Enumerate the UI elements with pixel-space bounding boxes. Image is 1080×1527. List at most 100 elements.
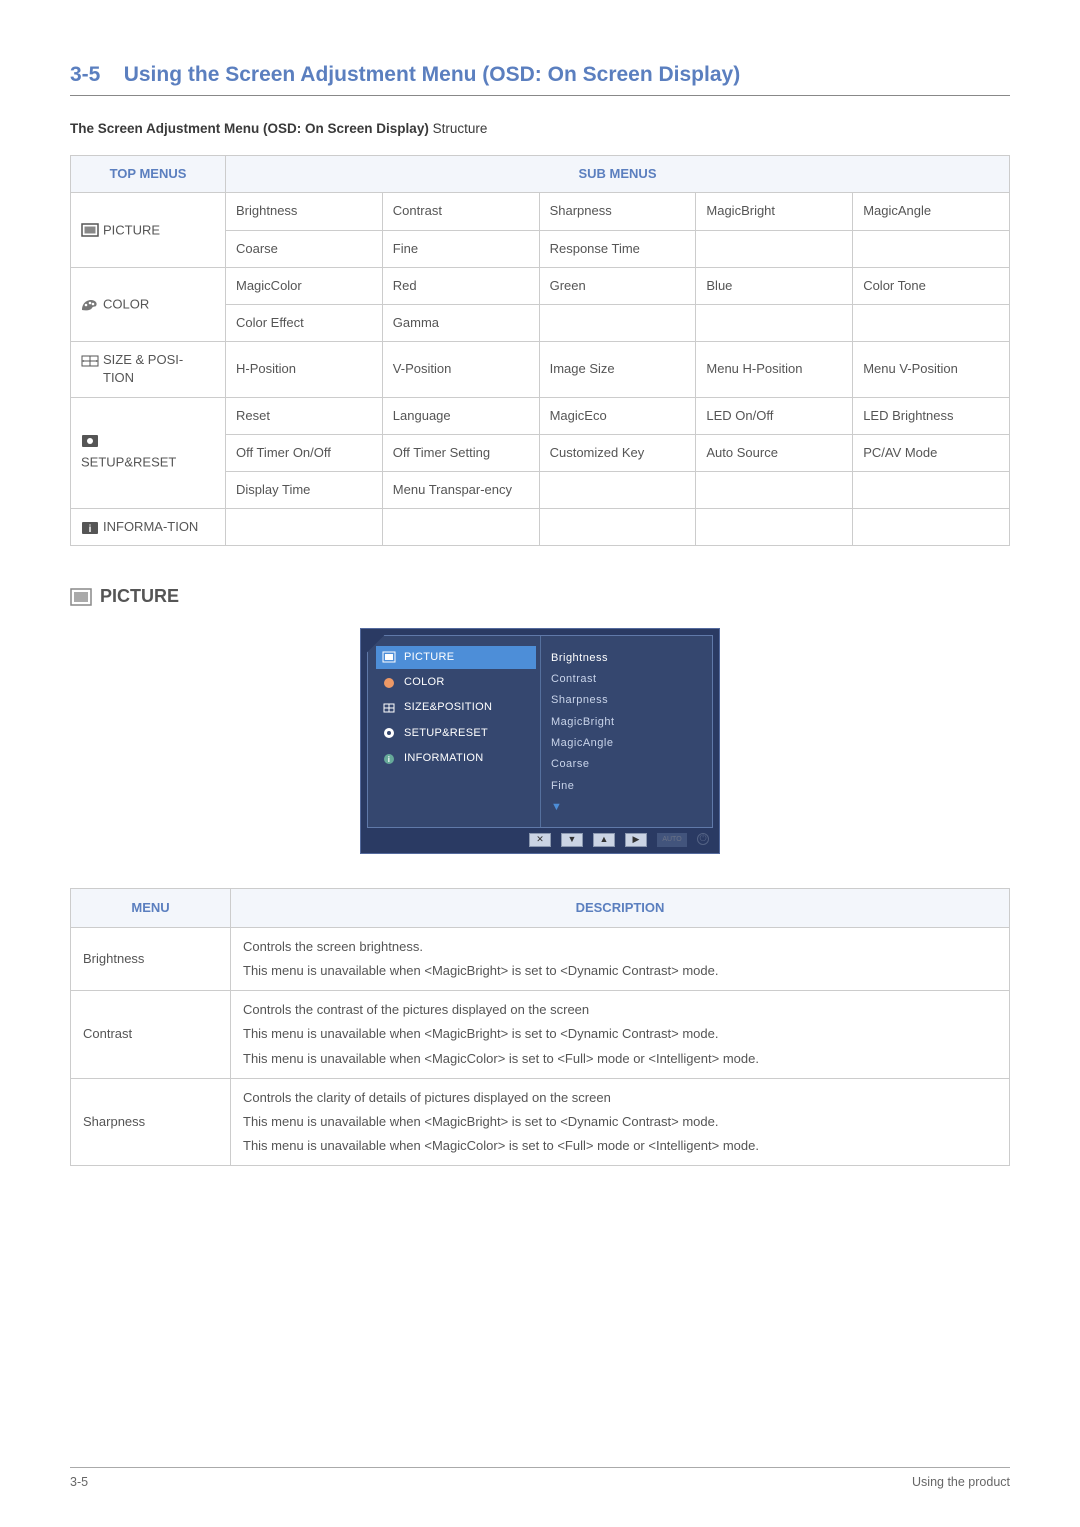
th-submenus: SUB MENUS — [226, 156, 1010, 193]
osd-screenshot: PICTURE COLOR SIZE&POSITION SETUP&RESET … — [70, 628, 1010, 854]
cell — [696, 509, 853, 546]
osd-item-label: INFORMATION — [404, 751, 483, 766]
topmenu-setup: SETUP&RESET — [71, 397, 226, 509]
section-heading-picture: PICTURE — [70, 584, 1010, 609]
cell — [539, 305, 696, 342]
cell: MagicBright — [696, 193, 853, 230]
info-icon: i — [81, 521, 99, 535]
desc-text: Controls the clarity of details of pictu… — [231, 1078, 1010, 1166]
divider — [70, 95, 1010, 96]
color-icon — [382, 676, 396, 690]
osd-item-info: i INFORMATION — [376, 747, 536, 770]
osd-btn-auto: AUTO — [657, 833, 687, 847]
topmenu-setup-label: SETUP&RESET — [81, 454, 176, 469]
section-heading-label: PICTURE — [100, 584, 179, 609]
footer-right: Using the product — [912, 1474, 1010, 1492]
desc-menu-brightness: Brightness — [71, 927, 231, 990]
cell: MagicColor — [226, 267, 383, 304]
cell: Off Timer Setting — [382, 434, 539, 471]
cell: MagicEco — [539, 397, 696, 434]
osd-sub: Brightness — [551, 648, 708, 669]
desc-line: Controls the screen brightness. — [243, 938, 997, 956]
cell: Color Tone — [853, 267, 1010, 304]
osd-item-sizepos: SIZE&POSITION — [376, 696, 536, 719]
color-icon — [81, 298, 99, 312]
osd-sub: Fine — [551, 776, 708, 797]
desc-line: This menu is unavailable when <MagicColo… — [243, 1137, 997, 1155]
setup-icon — [81, 434, 99, 448]
cell: Blue — [696, 267, 853, 304]
osd-item-label: SETUP&RESET — [404, 726, 488, 741]
cell: Language — [382, 397, 539, 434]
osd-btn-close: ✕ — [529, 833, 551, 847]
desc-line: This menu is unavailable when <MagicColo… — [243, 1050, 997, 1068]
cell — [853, 471, 1010, 508]
cell: MagicAngle — [853, 193, 1010, 230]
cell: Color Effect — [226, 305, 383, 342]
desc-line: This menu is unavailable when <MagicBrig… — [243, 1025, 997, 1043]
cell: Display Time — [226, 471, 383, 508]
topmenu-sizepos: SIZE & POSI-TION — [71, 342, 226, 397]
cell: Auto Source — [696, 434, 853, 471]
osd-btn-down: ▼ — [561, 833, 583, 847]
osd-btn-power: ⏻ — [697, 833, 709, 845]
osd-item-label: COLOR — [404, 675, 445, 690]
cell — [539, 509, 696, 546]
cell — [853, 230, 1010, 267]
gear-icon — [382, 726, 396, 740]
section-number: 3-5 — [70, 63, 100, 86]
cell: PC/AV Mode — [853, 434, 1010, 471]
cell: Coarse — [226, 230, 383, 267]
picture-icon — [81, 223, 99, 237]
cell — [382, 509, 539, 546]
cell: Red — [382, 267, 539, 304]
cell: Green — [539, 267, 696, 304]
cell — [853, 305, 1010, 342]
picture-icon — [382, 650, 396, 664]
osd-item-color: COLOR — [376, 671, 536, 694]
intro-text: The Screen Adjustment Menu (OSD: On Scre… — [70, 120, 1010, 139]
picture-icon — [70, 588, 92, 606]
desc-line: Controls the contrast of the pictures di… — [243, 1001, 997, 1019]
intro-strong: The Screen Adjustment Menu (OSD: On Scre… — [70, 121, 429, 136]
cell: Gamma — [382, 305, 539, 342]
osd-sub: Sharpness — [551, 690, 708, 711]
topmenu-picture-label: PICTURE — [103, 222, 160, 237]
cell: Customized Key — [539, 434, 696, 471]
section-title-text: Using the Screen Adjustment Menu (OSD: O… — [124, 63, 741, 86]
cell: Menu V-Position — [853, 342, 1010, 397]
cell: Sharpness — [539, 193, 696, 230]
cell: Menu H-Position — [696, 342, 853, 397]
desc-line: This menu is unavailable when <MagicBrig… — [243, 962, 997, 980]
cell: Contrast — [382, 193, 539, 230]
osd-sub: Coarse — [551, 754, 708, 775]
desc-text: Controls the contrast of the pictures di… — [231, 991, 1010, 1079]
cell: Off Timer On/Off — [226, 434, 383, 471]
osd-btn-enter: ▶ — [625, 833, 647, 847]
osd-item-label: SIZE&POSITION — [404, 700, 492, 715]
section-title: 3-5 Using the Screen Adjustment Menu (OS… — [70, 60, 1010, 89]
cell: Fine — [382, 230, 539, 267]
osd-item-label: PICTURE — [404, 650, 454, 665]
desc-menu-contrast: Contrast — [71, 991, 231, 1079]
th-topmenus: TOP MENUS — [71, 156, 226, 193]
osd-right-submenu: Brightness Contrast Sharpness MagicBrigh… — [540, 636, 712, 827]
topmenu-color: COLOR — [71, 267, 226, 341]
desc-menu-sharpness: Sharpness — [71, 1078, 231, 1166]
desc-line: This menu is unavailable when <MagicBrig… — [243, 1113, 997, 1131]
svg-text:i: i — [89, 524, 92, 535]
osd-item-picture: PICTURE — [376, 646, 536, 669]
size-icon — [81, 354, 99, 368]
description-table: MENU DESCRIPTION Brightness Controls the… — [70, 888, 1010, 1167]
cell: Menu Transpar-ency — [382, 471, 539, 508]
osd-left-menu: PICTURE COLOR SIZE&POSITION SETUP&RESET … — [368, 636, 540, 827]
osd-sub: MagicAngle — [551, 733, 708, 754]
cell: LED Brightness — [853, 397, 1010, 434]
osd-sub: MagicBright — [551, 712, 708, 733]
cell: Brightness — [226, 193, 383, 230]
cell — [696, 230, 853, 267]
cell: LED On/Off — [696, 397, 853, 434]
size-icon — [382, 701, 396, 715]
topmenu-info: i INFORMA-TION — [71, 509, 226, 546]
page-footer: 3-5 Using the product — [70, 1467, 1010, 1492]
